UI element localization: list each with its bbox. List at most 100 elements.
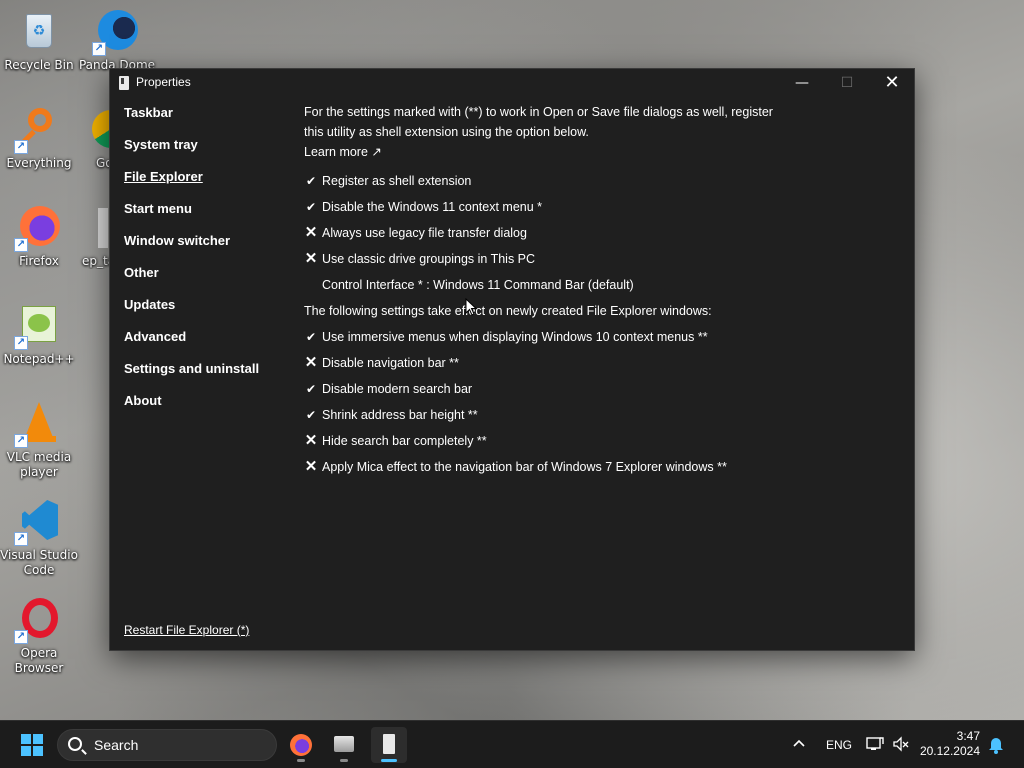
option-classic-drive-groupings[interactable]: ✕ Use classic drive groupings in This PC bbox=[304, 246, 774, 272]
mouse-cursor-icon bbox=[465, 297, 478, 320]
shortcut-arrow-icon: ↗ bbox=[14, 238, 28, 252]
option-register-shell-extension[interactable]: ✔ Register as shell extension bbox=[304, 168, 774, 194]
intro-text-line-2: this utility as shell extension using th… bbox=[304, 125, 589, 139]
nav-item-start-menu[interactable]: Start menu bbox=[124, 201, 294, 233]
cross-icon: ✕ bbox=[304, 354, 318, 371]
nav-item-file-explorer[interactable]: File Explorer bbox=[124, 169, 294, 201]
desktop-icon-vlc[interactable]: ↗ VLC media player bbox=[0, 400, 78, 480]
option-label: Disable navigation bar ** bbox=[322, 356, 459, 370]
desktop-icon-panda-dome[interactable]: ↗ Panda Dome bbox=[78, 8, 156, 73]
checkmark-icon: ✔ bbox=[305, 174, 317, 188]
everything-search-icon: ↗ bbox=[14, 106, 62, 154]
option-label: Shrink address bar height ** bbox=[322, 408, 478, 422]
panda-dome-icon: ↗ bbox=[92, 8, 140, 56]
network-icon[interactable] bbox=[866, 735, 884, 756]
properties-app-icon bbox=[383, 734, 395, 754]
package-icon bbox=[334, 736, 354, 752]
desktop-icon-firefox[interactable]: ↗ Firefox bbox=[0, 204, 78, 269]
checkmark-icon: ✔ bbox=[305, 200, 317, 214]
option-shrink-address-bar[interactable]: ✔ Shrink address bar height ** bbox=[304, 402, 774, 428]
nav-item-system-tray[interactable]: System tray bbox=[124, 137, 294, 169]
language-indicator[interactable]: ENG bbox=[826, 738, 852, 752]
minimize-button[interactable]: — bbox=[779, 69, 825, 97]
option-label: Apply Mica effect to the navigation bar … bbox=[322, 460, 727, 474]
shortcut-arrow-icon: ↗ bbox=[14, 140, 28, 154]
search-icon bbox=[68, 737, 82, 751]
taskbar-app-firefox[interactable] bbox=[283, 727, 319, 763]
option-label: Control Interface * : Windows 11 Command… bbox=[322, 278, 634, 292]
desktop-icon-label: Visual Studio Code bbox=[0, 548, 78, 577]
desktop-icon-label: Everything bbox=[6, 156, 72, 170]
running-indicator bbox=[297, 759, 305, 762]
sidebar-nav: Taskbar System tray File Explorer Start … bbox=[124, 105, 294, 425]
learn-more-link[interactable]: Learn more ↗ bbox=[304, 142, 774, 162]
nav-item-other[interactable]: Other bbox=[124, 265, 294, 297]
desktop-icon-label: Notepad++ bbox=[3, 352, 75, 366]
option-label: Disable the Windows 11 context menu * bbox=[322, 200, 543, 214]
chrome-icon bbox=[92, 106, 109, 152]
cross-icon: ✕ bbox=[304, 224, 318, 241]
checkmark-icon: ✔ bbox=[305, 382, 317, 396]
shortcut-arrow-icon: ↗ bbox=[14, 434, 28, 448]
intro-text-line-1: For the settings marked with (**) to wor… bbox=[304, 105, 773, 119]
desktop-icon-opera[interactable]: ↗ Opera Browser bbox=[0, 596, 78, 676]
desktop-icon-notepad-plus-plus[interactable]: ↗ Notepad++ bbox=[0, 302, 78, 367]
title-bar[interactable]: Properties — ☐ ✕ bbox=[110, 69, 914, 97]
option-label: Disable modern search bar bbox=[322, 382, 473, 396]
running-indicator bbox=[340, 759, 348, 762]
nav-item-about[interactable]: About bbox=[124, 393, 294, 425]
start-button[interactable] bbox=[21, 734, 43, 756]
option-hide-search-bar[interactable]: ✕ Hide search bar completely ** bbox=[304, 428, 774, 454]
active-indicator bbox=[381, 759, 397, 762]
taskbar-search[interactable]: Search bbox=[57, 729, 277, 761]
desktop-icon-chrome[interactable]: Go Ch bbox=[78, 106, 109, 171]
desktop-icon-label: Firefox bbox=[19, 254, 59, 268]
option-label: Use immersive menus when displaying Wind… bbox=[322, 330, 708, 344]
option-label: Hide search bar completely ** bbox=[322, 434, 487, 448]
maximize-button[interactable]: ☐ bbox=[824, 69, 870, 97]
shortcut-arrow-icon: ↗ bbox=[14, 630, 28, 644]
option-disable-win11-context-menu[interactable]: ✔ Disable the Windows 11 context menu * bbox=[304, 194, 774, 220]
cross-icon: ✕ bbox=[304, 432, 318, 449]
clock[interactable]: 3:47 20.12.2024 bbox=[920, 729, 980, 759]
option-disable-modern-search[interactable]: ✔ Disable modern search bar bbox=[304, 376, 774, 402]
option-disable-navigation-bar[interactable]: ✕ Disable navigation bar ** bbox=[304, 350, 774, 376]
ep-taskbar-icon bbox=[98, 204, 109, 250]
cross-icon: ✕ bbox=[304, 250, 318, 267]
taskbar-app-installer[interactable] bbox=[326, 727, 362, 763]
recycle-bin-icon: ♻ bbox=[16, 8, 62, 54]
option-label: Always use legacy file transfer dialog bbox=[322, 226, 527, 240]
option-control-interface[interactable]: Control Interface * : Windows 11 Command… bbox=[304, 272, 774, 298]
volume-muted-icon[interactable] bbox=[892, 735, 910, 756]
nav-item-taskbar[interactable]: Taskbar bbox=[124, 105, 294, 137]
shortcut-arrow-icon: ↗ bbox=[92, 42, 106, 56]
desktop-icon-vscode[interactable]: ↗ Visual Studio Code bbox=[0, 498, 78, 578]
desktop-icon-ep-taskbar[interactable]: ep_ta bbox=[78, 204, 109, 269]
firefox-icon: ↗ bbox=[14, 204, 62, 252]
taskbar-app-properties[interactable] bbox=[371, 727, 407, 763]
notifications-bell-icon[interactable] bbox=[988, 736, 1004, 757]
desktop-icon-label: Recycle Bin bbox=[4, 58, 74, 72]
close-button[interactable]: ✕ bbox=[869, 69, 915, 97]
option-legacy-file-transfer[interactable]: ✕ Always use legacy file transfer dialog bbox=[304, 220, 774, 246]
nav-item-updates[interactable]: Updates bbox=[124, 297, 294, 329]
desktop-icon-recycle-bin[interactable]: ♻ Recycle Bin bbox=[0, 8, 78, 73]
desktop-icon-label: Opera Browser bbox=[14, 646, 64, 675]
restart-explorer-link[interactable]: Restart File Explorer (*) bbox=[124, 623, 249, 637]
checkmark-icon: ✔ bbox=[305, 408, 317, 422]
clock-date: 20.12.2024 bbox=[919, 744, 980, 758]
nav-item-advanced[interactable]: Advanced bbox=[124, 329, 294, 361]
option-immersive-menus[interactable]: ✔ Use immersive menus when displaying Wi… bbox=[304, 324, 774, 350]
nav-item-window-switcher[interactable]: Window switcher bbox=[124, 233, 294, 265]
vlc-icon: ↗ bbox=[14, 400, 62, 448]
section-label: The following settings take effect on ne… bbox=[304, 304, 712, 318]
option-mica-effect[interactable]: ✕ Apply Mica effect to the navigation ba… bbox=[304, 454, 774, 480]
tray-overflow-chevron-icon[interactable] bbox=[792, 736, 806, 753]
desktop-icon-everything[interactable]: ↗ Everything bbox=[0, 106, 78, 171]
checkmark-icon: ✔ bbox=[305, 330, 317, 344]
firefox-icon bbox=[290, 734, 312, 756]
nav-item-settings-uninstall[interactable]: Settings and uninstall bbox=[124, 361, 294, 393]
vscode-icon: ↗ bbox=[14, 498, 62, 546]
shortcut-arrow-icon: ↗ bbox=[14, 336, 28, 350]
settings-content: For the settings marked with (**) to wor… bbox=[304, 102, 774, 480]
